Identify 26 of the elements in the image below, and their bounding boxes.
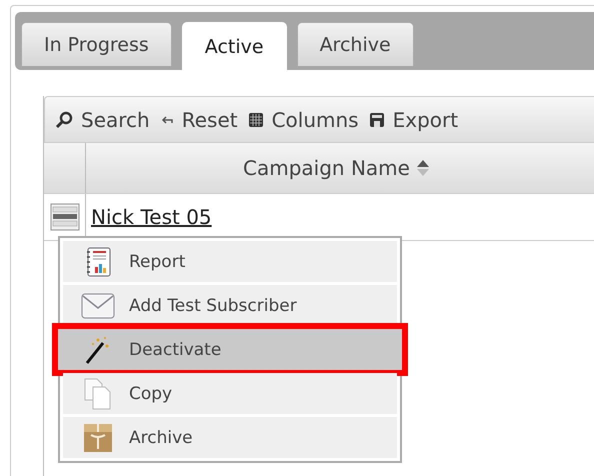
campaign-link[interactable]: Nick Test 05 xyxy=(91,205,212,229)
row-menu-icon[interactable] xyxy=(50,203,80,231)
menu-item[interactable]: Deactivate xyxy=(58,329,402,370)
envelope-icon xyxy=(81,292,115,318)
search-icon xyxy=(55,110,73,128)
reset-button[interactable]: Reset xyxy=(160,108,238,132)
menu-item[interactable]: Archive xyxy=(63,417,397,458)
menu-item-label: Deactivate xyxy=(129,340,222,360)
save-icon xyxy=(368,112,385,128)
grid-icon xyxy=(248,112,264,128)
menu-item[interactable]: Copy xyxy=(63,373,397,414)
tab[interactable]: In Progress xyxy=(21,22,172,66)
menu-item[interactable]: Report xyxy=(63,241,397,282)
tab[interactable]: Archive xyxy=(296,22,414,66)
tab[interactable]: Active xyxy=(182,22,287,70)
reset-icon xyxy=(160,114,174,126)
menu-item-label: Add Test Subscriber xyxy=(129,296,297,316)
archive-box-icon xyxy=(81,422,115,452)
menu-item[interactable]: Add Test Subscriber xyxy=(63,285,397,326)
export-button[interactable]: Export xyxy=(368,108,458,132)
menu-item-label: Archive xyxy=(129,428,193,448)
search-button[interactable]: Search xyxy=(55,108,150,132)
sort-icon xyxy=(416,159,430,177)
columns-button[interactable]: Columns xyxy=(248,108,359,132)
menu-item-label: Report xyxy=(129,252,186,272)
menu-item-label: Copy xyxy=(129,384,172,404)
